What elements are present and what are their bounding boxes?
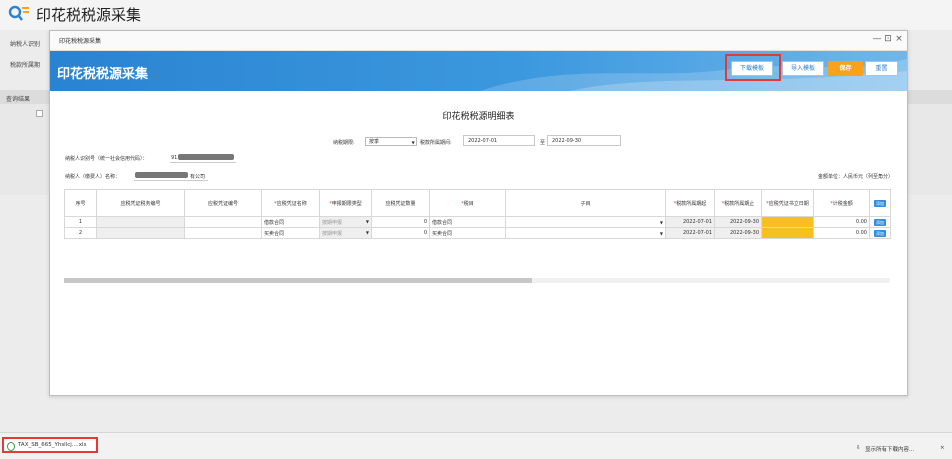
amount-cell[interactable]: 0.00 <box>813 227 870 239</box>
taxpayer-name-underline <box>134 180 208 181</box>
dialog-titlebar: 印花税税源采集 — ⊡ × <box>50 31 907 51</box>
period-type-cell[interactable]: 按期申报 ▼ <box>319 216 372 228</box>
period-end-cell: 2022-09-30 <box>714 216 762 228</box>
form-title: 印花税税源明细表 <box>442 112 515 122</box>
tax-source-dialog: 印花税税源采集 — ⊡ × 印花税税源采集 下载模板 导入模板 保存 重置 印花… <box>49 30 908 396</box>
period-separator: 至 <box>540 140 546 146</box>
row-add-button[interactable]: 添加 <box>874 229 886 237</box>
column-header: 子目 <box>505 189 666 217</box>
chevron-down-icon: ▼ <box>365 218 369 224</box>
voucher-name-cell[interactable]: 买卖合同 <box>261 227 320 239</box>
taxpayer-id-label: 纳税人识别 <box>10 41 41 48</box>
quantity-cell[interactable]: 0 <box>371 227 430 239</box>
taxpayer-name-label: 纳税人（缴费人）名称： <box>65 174 121 180</box>
voucher-name-cell[interactable]: 借款合同 <box>261 216 320 228</box>
reset-button[interactable]: 重置 <box>865 61 898 76</box>
tax-source-table: 序号 应税凭证税务编号 应税凭证编号 *应税凭证名称 *申报期限类型 应税凭证数… <box>64 189 891 239</box>
row-checkbox[interactable] <box>36 110 43 117</box>
show-all-downloads-link[interactable]: 显示所有下载内容... <box>865 445 914 453</box>
table-row: 2 买卖合同 按期申报 ▼ 0 买卖合同 ▼ 2022-07-01 2022-09… <box>64 227 891 239</box>
save-button[interactable]: 保存 <box>828 61 863 76</box>
taxpayer-id-label: 纳税人识别号（统一社会信用代码）： <box>65 156 148 162</box>
sub-item-cell[interactable]: ▼ <box>505 216 666 228</box>
column-header: *应税凭证书立日期 <box>761 189 814 217</box>
column-header: 应税凭证编号 <box>184 189 262 217</box>
row-action-cell: 添加 <box>869 227 891 239</box>
column-header: 应税凭证税务编号 <box>96 189 185 217</box>
download-template-button[interactable]: 下载模板 <box>731 61 773 76</box>
downloaded-file-item[interactable]: TAX_SB_665_Yhsllcj....xls <box>2 437 98 453</box>
currency-unit-note: 金额单位：人民币元（列至角分） <box>818 174 894 180</box>
period-start-cell: 2022-07-01 <box>665 216 715 228</box>
period-range-label: 税款所属期间: <box>420 140 452 146</box>
column-header: 添加 <box>869 189 891 217</box>
period-start-input[interactable]: 2022-07-01 <box>463 135 535 146</box>
row-add-button[interactable]: 添加 <box>874 218 886 226</box>
table-header-row: 序号 应税凭证税务编号 应税凭证编号 *应税凭证名称 *申报期限类型 应税凭证数… <box>64 189 891 217</box>
voucher-number-cell[interactable] <box>184 227 262 239</box>
download-bar: TAX_SB_665_Yhsllcj....xls ⇩ 显示所有下载内容... … <box>0 432 952 459</box>
banner-title: 印花税税源采集 <box>57 67 149 82</box>
downloaded-file-name: TAX_SB_665_Yhsllcj....xls <box>18 442 87 448</box>
period-label: 税款所属期 <box>10 62 41 69</box>
taxpayer-id-prefix: 91 <box>171 155 178 161</box>
row-action-cell: 添加 <box>869 216 891 228</box>
table-row: 1 借款合同 按期申报 ▼ 0 借款合同 ▼ 2022-07-01 2022-09… <box>64 216 891 228</box>
dialog-banner: 印花税税源采集 下载模板 导入模板 保存 重置 <box>50 51 907 91</box>
row-number: 1 <box>64 216 97 228</box>
column-header: *税款所属期起 <box>665 189 715 217</box>
period-type-cell[interactable]: 按期申报 ▼ <box>319 227 372 239</box>
excel-file-icon <box>7 442 15 451</box>
close-icon[interactable]: × <box>894 34 904 44</box>
restore-icon[interactable]: ⊡ <box>883 34 893 44</box>
query-result-label: 查询结果 <box>6 96 31 103</box>
tax-item-cell[interactable]: 买卖合同 <box>429 227 506 239</box>
chevron-down-icon: ▼ <box>659 219 663 225</box>
sub-item-cell[interactable]: ▼ <box>505 227 666 239</box>
minimize-icon[interactable]: — <box>872 34 882 44</box>
column-header: *计税金额 <box>813 189 870 217</box>
column-header: 序号 <box>64 189 97 217</box>
column-header: *税款所属期止 <box>714 189 762 217</box>
period-type-value: 按季 <box>369 139 380 145</box>
page-title: 印花税税源采集 <box>36 6 142 24</box>
redacted-taxpayer-id <box>178 154 234 160</box>
column-header: 应税凭证数量 <box>371 189 430 217</box>
column-header: *申报期限类型 <box>319 189 372 217</box>
tax-number-cell <box>96 227 185 239</box>
dialog-title: 印花税税源采集 <box>59 38 102 45</box>
chevron-down-icon: ▼ <box>411 140 416 145</box>
redacted-taxpayer-name <box>135 172 188 178</box>
period-start-cell: 2022-07-01 <box>665 227 715 239</box>
quantity-cell[interactable]: 0 <box>371 216 430 228</box>
sign-date-cell[interactable] <box>761 227 814 239</box>
page-header <box>0 0 952 30</box>
period-end-cell: 2022-09-30 <box>714 227 762 239</box>
row-number: 2 <box>64 227 97 239</box>
scrollbar-thumb[interactable] <box>64 278 532 283</box>
download-icon: ⇩ <box>856 445 861 451</box>
column-header: *应税凭证名称 <box>261 189 320 217</box>
chevron-down-icon: ▼ <box>659 230 663 236</box>
period-type-label: 纳税期限: <box>333 140 355 146</box>
amount-cell[interactable]: 0.00 <box>813 216 870 228</box>
tax-item-cell[interactable]: 借款合同 <box>429 216 506 228</box>
search-list-icon <box>8 5 29 21</box>
sign-date-cell[interactable] <box>761 216 814 228</box>
voucher-number-cell[interactable] <box>184 216 262 228</box>
tax-number-cell <box>96 216 185 228</box>
period-type-select[interactable]: 按季 ▼ <box>365 137 417 146</box>
chevron-down-icon: ▼ <box>365 229 369 235</box>
taxpayer-id-underline <box>170 162 236 163</box>
taxpayer-name-suffix: 有公司 <box>190 174 206 180</box>
column-header: *税目 <box>429 189 506 217</box>
period-end-input[interactable]: 2022-09-30 <box>547 135 621 146</box>
import-template-button[interactable]: 导入模板 <box>782 61 824 76</box>
close-download-bar-icon[interactable]: × <box>940 445 945 451</box>
add-row-button[interactable]: 添加 <box>874 199 886 207</box>
